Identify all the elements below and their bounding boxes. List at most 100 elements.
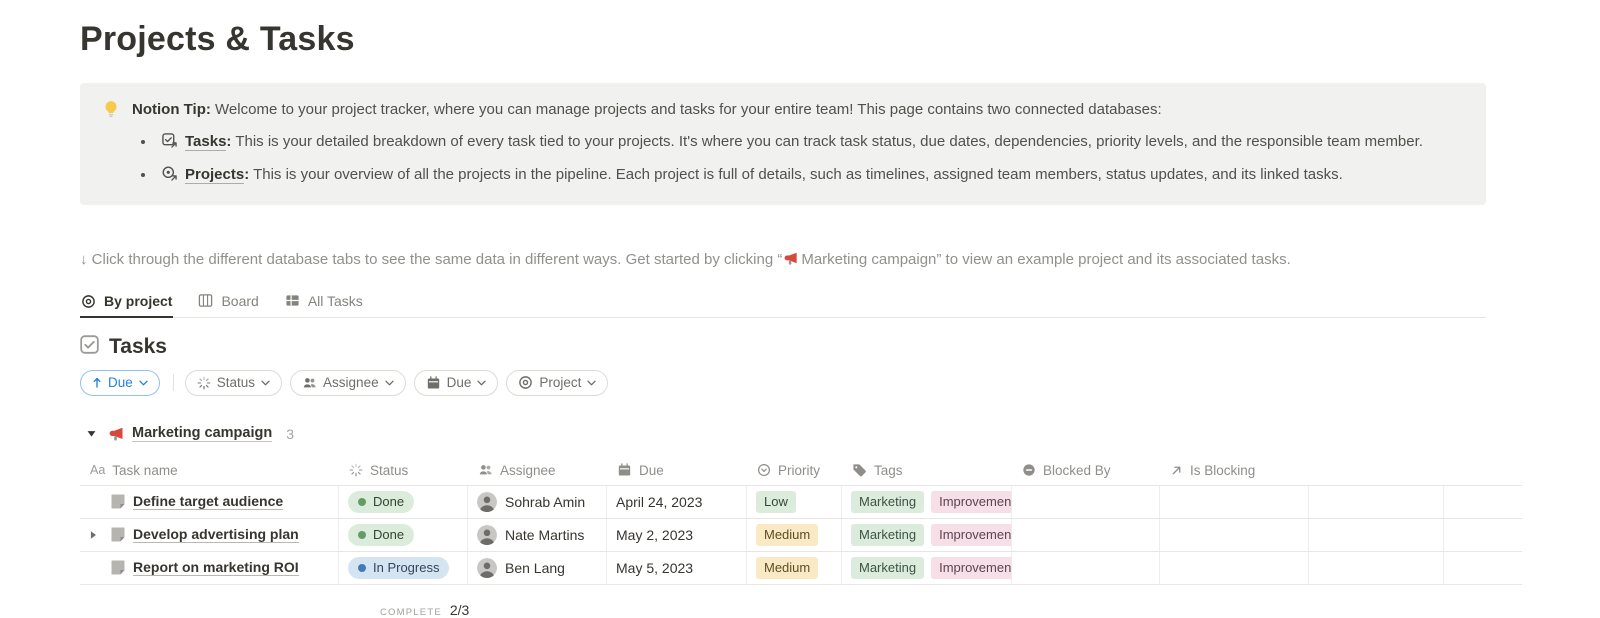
add-column-zone[interactable] <box>1444 486 1522 518</box>
assignee-cell[interactable]: Nate Martins <box>468 519 607 551</box>
status-dot <box>358 564 366 572</box>
task-table-body: Define target audienceDoneSohrab AminApr… <box>80 486 1522 585</box>
status-pill: Done <box>348 524 414 546</box>
filter-pill-due[interactable]: Due <box>414 370 499 396</box>
empty-column-header <box>1309 456 1444 485</box>
column-header-label: Is Blocking <box>1190 463 1255 478</box>
tab-all-tasks[interactable]: All Tasks <box>284 289 364 317</box>
page-icon <box>111 527 125 542</box>
sort-pill-due[interactable]: Due <box>80 370 160 396</box>
column-header-assignee[interactable]: Assignee <box>468 456 607 485</box>
filter-pill-project[interactable]: Project <box>506 370 608 396</box>
add-column-zone[interactable] <box>1444 552 1522 584</box>
chevron-down-icon <box>587 380 596 386</box>
tip-bullet-link[interactable]: Tasks <box>185 133 226 151</box>
due-date: April 24, 2023 <box>616 494 702 510</box>
blocked-by-cell[interactable] <box>1012 486 1160 518</box>
status-cell[interactable]: Done <box>339 486 468 518</box>
table-row-develop-advertising-plan: Develop advertising plan Done Nate Martins… <box>80 519 1522 552</box>
expand-row-icon[interactable] <box>88 530 98 540</box>
status-pill: In Progress <box>348 557 449 579</box>
group-name[interactable]: Marketing campaign <box>132 425 272 442</box>
empty-column-header <box>1444 456 1522 485</box>
section-title[interactable]: Tasks <box>109 335 167 359</box>
tags-cell[interactable]: MarketingImprovement <box>842 552 1012 584</box>
assignee-avatar <box>477 558 497 578</box>
instruction-text: ↓ Click through the different database t… <box>80 251 1600 270</box>
assignee-cell[interactable]: Sohrab Amin <box>468 486 607 518</box>
table-row-define-target-audience: Define target audience DoneSohrab Amin Apr… <box>80 486 1522 519</box>
calendar-icon <box>426 376 441 390</box>
due-date: May 5, 2023 <box>616 560 693 576</box>
add-column-zone[interactable] <box>1444 519 1522 551</box>
priority-cell[interactable]: Medium <box>747 519 842 551</box>
task-name-cell[interactable]: Define target audience <box>80 486 339 518</box>
tag-pill-improvement: Improvement <box>931 524 1012 546</box>
complete-value: 2/3 <box>450 602 469 618</box>
task-name-cell[interactable]: Develop advertising plan <box>80 519 339 551</box>
group-toggle-icon[interactable] <box>80 423 102 445</box>
divider <box>173 374 174 391</box>
view-tabs: By project Board All Tasks <box>80 289 1486 318</box>
filter-pill-assignee[interactable]: Assignee <box>290 370 406 396</box>
blocked-by-cell[interactable] <box>1012 519 1160 551</box>
task-name[interactable]: Report on marketing ROI <box>133 559 299 576</box>
due-cell[interactable]: May 2, 2023 <box>607 519 747 551</box>
projects-database-icon <box>162 165 177 188</box>
empty-cell <box>1309 486 1444 518</box>
status-cell[interactable]: Done <box>339 519 468 551</box>
column-header-is-blocking[interactable]: Is Blocking <box>1160 456 1309 485</box>
due-cell[interactable]: April 24, 2023 <box>607 486 747 518</box>
tablegrid-icon <box>285 293 300 308</box>
status-dot <box>358 531 366 539</box>
callout-lead: Notion Tip: Welcome to your project trac… <box>132 98 1423 121</box>
tag-pill-improvement: Improvement <box>931 557 1012 579</box>
tab-label: Board <box>221 293 258 309</box>
callout-lead-bold: Notion Tip: <box>132 101 211 118</box>
filter-pill-status[interactable]: Status <box>185 370 282 396</box>
tab-by-project[interactable]: By project <box>80 289 173 318</box>
status-dot <box>358 498 366 506</box>
complete-counter[interactable]: COMPLETE 2/3 <box>380 602 1600 618</box>
assignee-name: Ben Lang <box>505 560 565 576</box>
task-name[interactable]: Develop advertising plan <box>133 526 299 543</box>
due-cell[interactable]: May 5, 2023 <box>607 552 747 584</box>
column-header-label: Due <box>639 463 664 478</box>
tab-board[interactable]: Board <box>197 289 259 317</box>
blocked-by-cell[interactable] <box>1012 552 1160 584</box>
tags-cell[interactable]: MarketingImprovement <box>842 519 1012 551</box>
text-property-icon: Aa <box>90 463 105 477</box>
filter-pills: Status Assignee Due Project <box>185 370 617 396</box>
column-header-tags[interactable]: Tags <box>842 456 1012 485</box>
filter-pill-label: Project <box>539 375 581 390</box>
tasks-database-icon <box>162 132 177 155</box>
assignee-cell[interactable]: Ben Lang <box>468 552 607 584</box>
chevron-down-icon <box>261 380 270 386</box>
task-name-cell[interactable]: Report on marketing ROI <box>80 552 339 584</box>
column-header-status[interactable]: Status <box>339 456 468 485</box>
tasks-section-header: Tasks <box>80 335 1600 359</box>
column-header-due[interactable]: Due <box>607 456 747 485</box>
complete-label: COMPLETE <box>380 607 442 618</box>
people-icon <box>302 376 317 390</box>
tip-bullet-projects: Projects: This is your overview of all t… <box>156 163 1423 188</box>
callout-body: Notion Tip: Welcome to your project trac… <box>132 98 1423 188</box>
tab-label: By project <box>104 293 172 309</box>
priority-cell[interactable]: Medium <box>747 552 842 584</box>
status-cell[interactable]: In Progress <box>339 552 468 584</box>
task-name[interactable]: Define target audience <box>133 493 283 510</box>
assignee-avatar <box>477 525 497 545</box>
priority-cell[interactable]: Low <box>747 486 842 518</box>
column-header-blocked-by[interactable]: Blocked By <box>1012 456 1160 485</box>
megaphone-icon <box>784 251 799 270</box>
page-icon <box>111 494 125 509</box>
column-header-priority[interactable]: Priority <box>747 456 842 485</box>
column-header-task-name[interactable]: AaTask name <box>80 456 339 485</box>
is-blocking-cell[interactable] <box>1160 486 1309 518</box>
is-blocking-cell[interactable] <box>1160 552 1309 584</box>
tags-cell[interactable]: MarketingImprovement <box>842 486 1012 518</box>
tip-bullet-link[interactable]: Projects <box>185 166 244 184</box>
empty-cell <box>1309 519 1444 551</box>
is-blocking-cell[interactable] <box>1160 519 1309 551</box>
notion-tip-callout: Notion Tip: Welcome to your project trac… <box>80 83 1486 205</box>
